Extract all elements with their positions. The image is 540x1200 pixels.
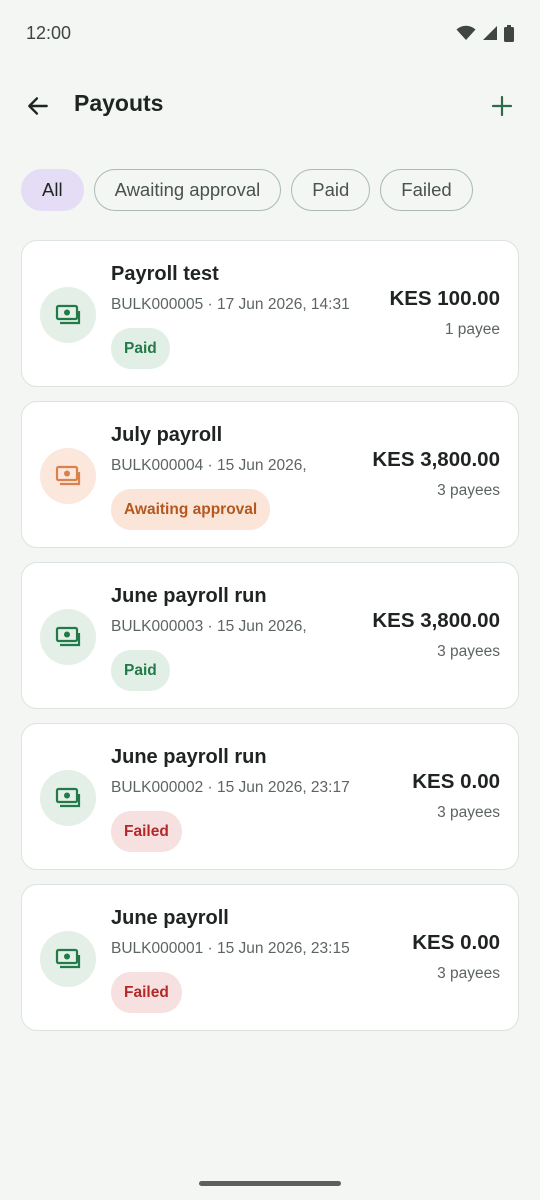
plus-icon — [491, 95, 513, 117]
money-icon — [55, 787, 81, 808]
filter-chip-label: Failed — [401, 179, 452, 200]
status-badge: Failed — [111, 972, 182, 1013]
money-icon — [55, 304, 81, 325]
money-icon — [55, 465, 81, 486]
payout-card[interactable]: June payroll BULK000001 · 15 Jun 2026, 2… — [21, 884, 519, 1031]
filter-chip-paid[interactable]: Paid — [291, 169, 371, 211]
status-icons — [456, 24, 514, 42]
filter-chip-awaiting-approval[interactable]: Awaiting approval — [93, 169, 282, 211]
payout-amount: KES 100.00 — [389, 287, 500, 310]
payee-count: 3 payees — [437, 965, 500, 982]
payout-icon-container — [40, 931, 96, 987]
payout-reference: BULK000004 · 15 Jun 2026, — [111, 457, 307, 474]
signal-icon — [483, 26, 497, 40]
filter-chips: All Awaiting approval Paid Failed — [21, 169, 473, 211]
payout-icon-container — [40, 770, 96, 826]
payout-amount: KES 0.00 — [412, 931, 500, 954]
payout-icon-container — [40, 448, 96, 504]
payee-count: 3 payees — [437, 482, 500, 499]
payee-count: 3 payees — [437, 804, 500, 821]
payout-amount: KES 3,800.00 — [372, 609, 500, 632]
money-icon — [55, 948, 81, 969]
payout-reference: BULK000001 · 15 Jun 2026, 23:15 — [111, 940, 350, 957]
filter-chip-failed[interactable]: Failed — [380, 169, 473, 211]
payout-title: Payroll test — [111, 263, 219, 285]
filter-chip-label: All — [42, 179, 63, 200]
payout-reference: BULK000003 · 15 Jun 2026, — [111, 618, 307, 635]
payout-amount: KES 0.00 — [412, 770, 500, 793]
back-button[interactable] — [20, 88, 56, 124]
status-badge: Paid — [111, 328, 170, 369]
money-icon — [55, 626, 81, 647]
filter-chip-label: Awaiting approval — [114, 179, 261, 200]
payout-card[interactable]: June payroll run BULK000003 · 15 Jun 202… — [21, 562, 519, 709]
payout-card[interactable]: July payroll BULK000004 · 15 Jun 2026, A… — [21, 401, 519, 548]
filter-chip-all[interactable]: All — [21, 169, 84, 211]
status-time: 12:00 — [26, 22, 72, 43]
payout-icon-container — [40, 287, 96, 343]
app-bar: Payouts — [0, 70, 540, 142]
status-bar: 12:00 — [0, 0, 540, 66]
home-indicator[interactable] — [199, 1181, 341, 1186]
status-badge: Awaiting approval — [111, 489, 271, 530]
payout-reference: BULK000005 · 17 Jun 2026, 14:31 — [111, 296, 350, 313]
payee-count: 1 payee — [444, 321, 500, 338]
payout-list: Payroll test BULK000005 · 17 Jun 2026, 1… — [21, 240, 519, 1045]
payout-title: June payroll run — [111, 746, 267, 768]
payee-count: 3 payees — [437, 643, 500, 660]
filter-chip-label: Paid — [312, 179, 350, 200]
payout-card[interactable]: Payroll test BULK000005 · 17 Jun 2026, 1… — [21, 240, 519, 387]
payout-card[interactable]: June payroll run BULK000002 · 15 Jun 202… — [21, 723, 519, 870]
payout-reference: BULK000002 · 15 Jun 2026, 23:17 — [111, 779, 350, 796]
payout-title: June payroll run — [111, 585, 267, 607]
wifi-icon — [456, 25, 476, 40]
status-badge: Failed — [111, 811, 182, 852]
payout-amount: KES 3,800.00 — [372, 448, 500, 471]
status-badge: Paid — [111, 650, 170, 691]
payout-icon-container — [40, 609, 96, 665]
page-title: Payouts — [74, 90, 164, 116]
payout-title: July payroll — [111, 424, 223, 446]
add-payout-button[interactable] — [484, 88, 520, 124]
battery-icon — [504, 24, 514, 42]
payout-title: June payroll — [111, 907, 229, 929]
arrow-left-icon — [28, 97, 48, 115]
